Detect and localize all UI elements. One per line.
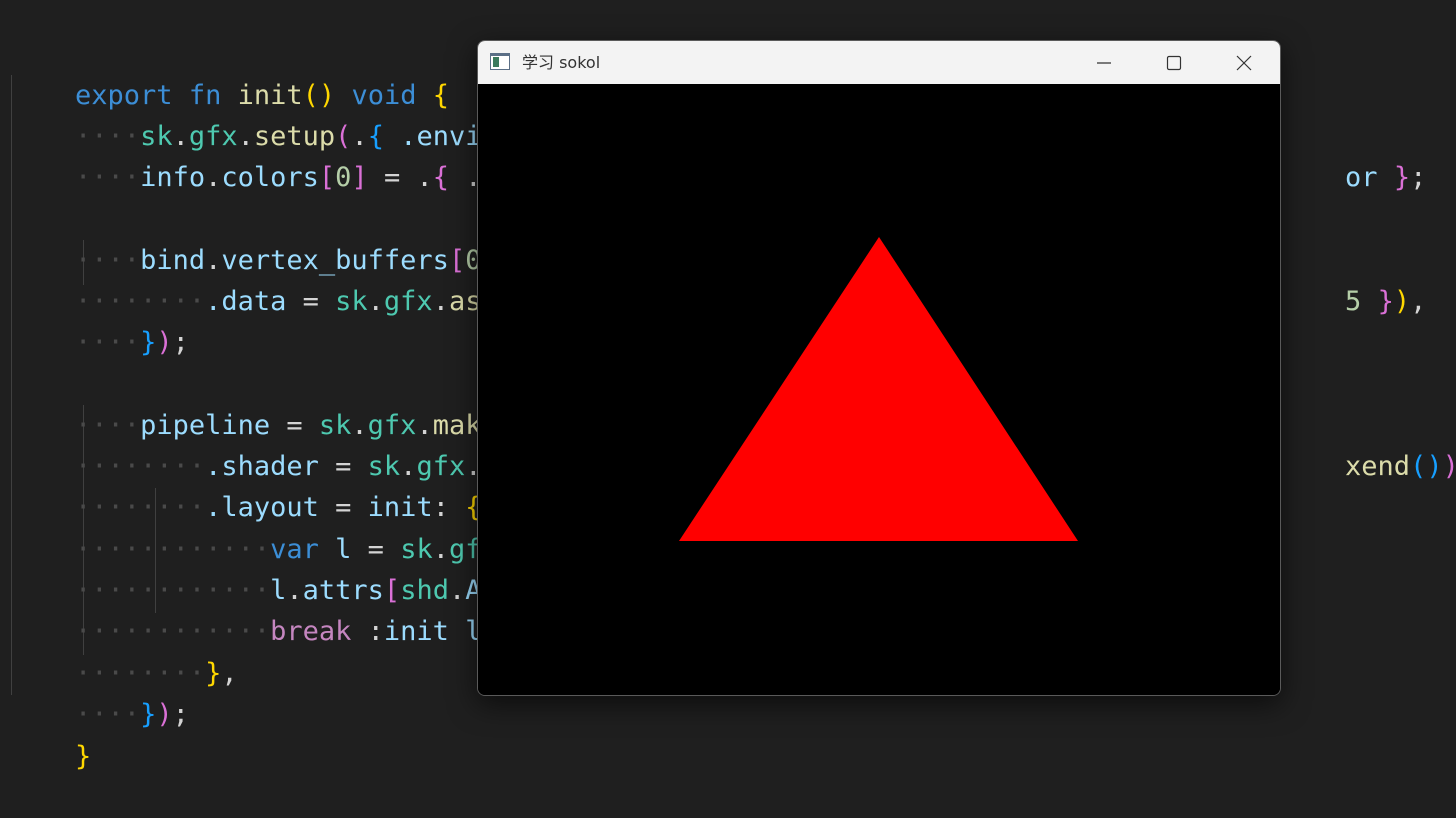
code-line: ········.data = sk.gfx.asR — [75, 286, 498, 317]
minimize-button[interactable] — [1081, 41, 1127, 84]
close-button[interactable] — [1221, 41, 1267, 84]
code-line: ············var l = sk.gfx — [75, 534, 498, 565]
code-fragment: or }; — [1345, 162, 1427, 193]
code-line: ········}, — [75, 658, 238, 689]
close-icon — [1236, 55, 1252, 70]
code-line: ····}); — [75, 699, 189, 730]
code-line: ············break :init l; — [75, 616, 498, 647]
red-triangle — [679, 237, 1078, 541]
code-line: export fn init() void { — [75, 80, 449, 111]
code-line: ····info.colors[0] = .{ .l — [75, 162, 498, 193]
code-fragment: 5 }), — [1345, 286, 1427, 317]
maximize-button[interactable] — [1151, 41, 1197, 84]
app-window[interactable]: 学习 sokol — [477, 40, 1281, 696]
code-fragment: xend())), — [1345, 451, 1456, 482]
app-icon — [490, 53, 510, 70]
code-line: ········.layout = init: { — [75, 492, 482, 523]
triangle-view — [679, 237, 1078, 541]
title-bar[interactable]: 学习 sokol — [478, 41, 1280, 84]
minimize-icon — [1097, 61, 1111, 64]
code-line: ····pipeline = sk.gfx.make — [75, 410, 498, 441]
code-line: ········.shader = sk.gfx.ma — [75, 451, 514, 482]
code-line: ····bind.vertex_buffers[0] — [75, 245, 498, 276]
code-line: } — [75, 741, 92, 772]
render-canvas[interactable] — [478, 84, 1280, 695]
code-line: ····sk.gfx.setup(.{ .envir — [75, 121, 498, 152]
window-title: 学习 sokol — [522, 53, 601, 72]
code-line: ············l.attrs[shd.AT — [75, 575, 498, 606]
code-line: ····}); — [75, 327, 189, 358]
maximize-icon — [1166, 55, 1182, 70]
